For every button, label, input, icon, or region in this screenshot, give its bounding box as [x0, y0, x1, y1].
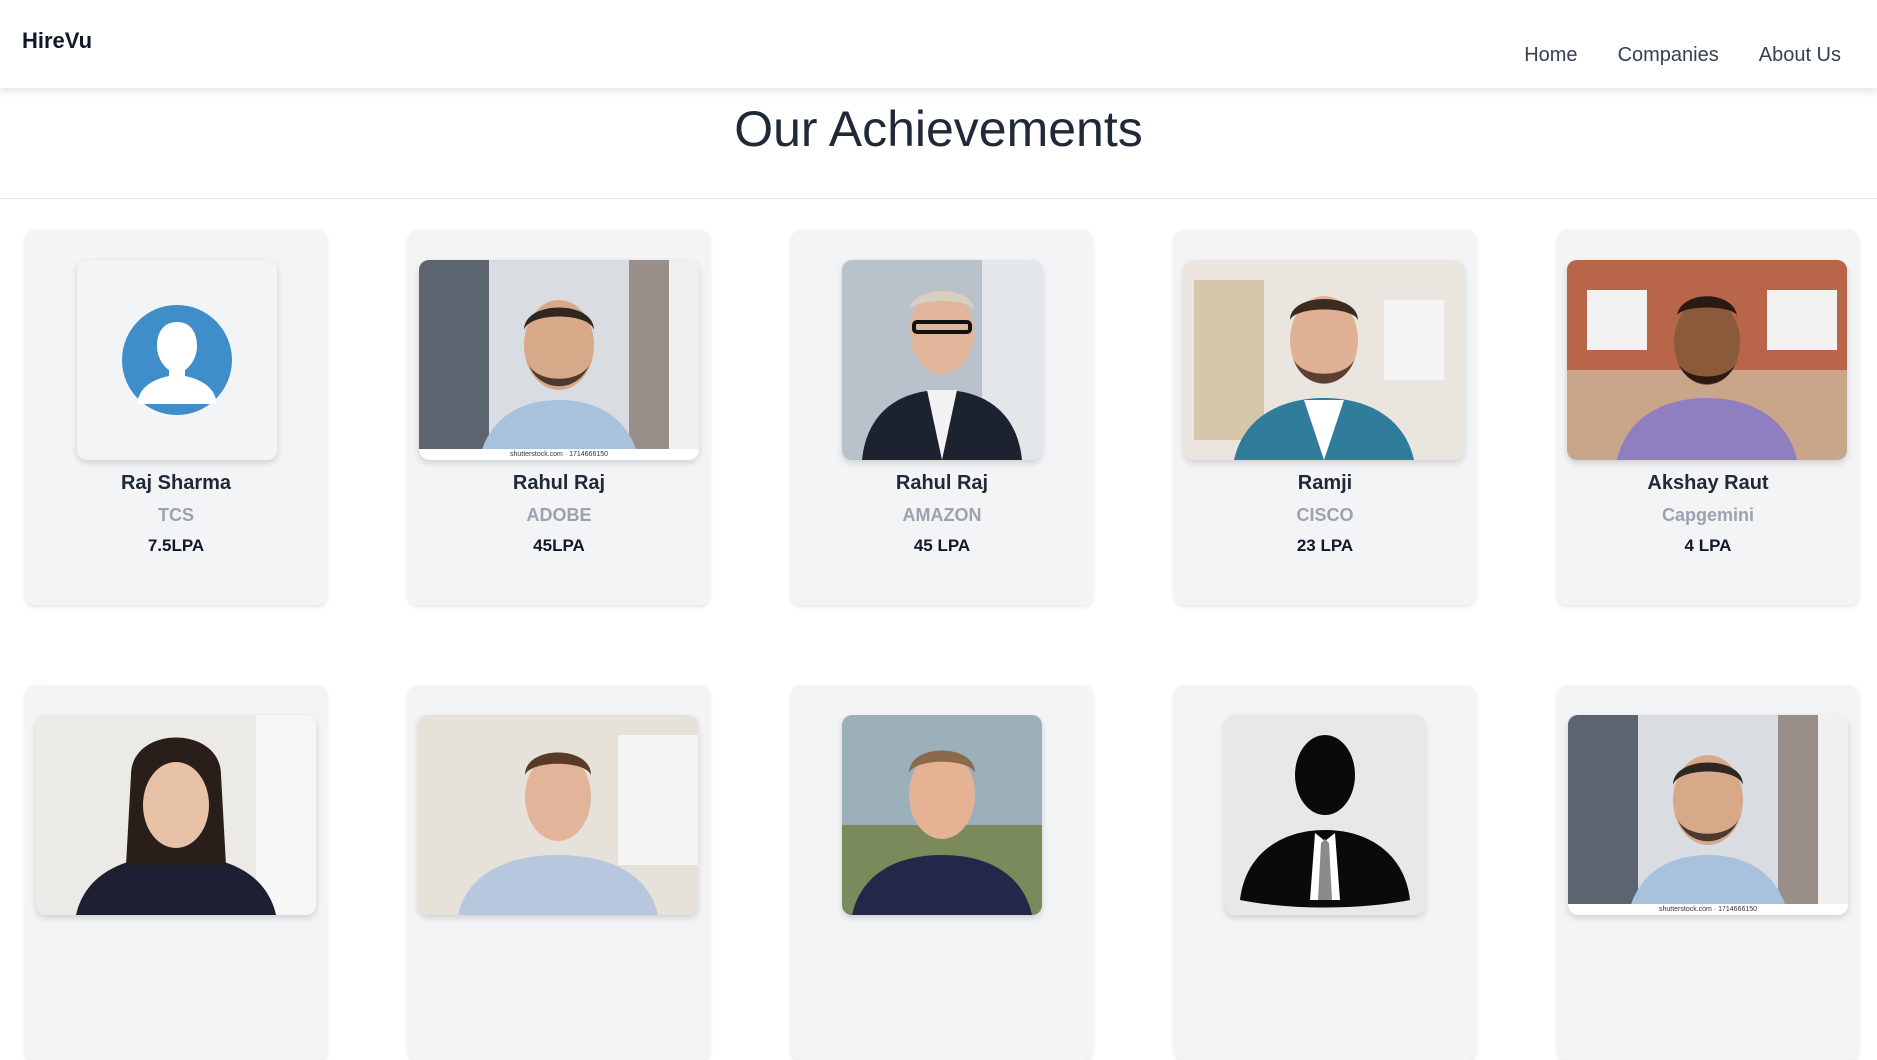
navbar: HireVu Home Companies About Us: [0, 0, 1877, 88]
nav-about-link[interactable]: About Us: [1759, 44, 1841, 67]
achievement-card: shutterstock.com · 1714666150 Rahul Raj …: [408, 230, 710, 605]
man-glasses-photo: shutterstock.com · 1714666150: [419, 260, 699, 460]
man-sweater-photo: [842, 715, 1042, 915]
photo-watermark: shutterstock.com · 1714666150: [1568, 904, 1848, 915]
man-purple-shirt-photo: [1567, 260, 1847, 460]
candidate-company: CISCO: [1296, 505, 1354, 525]
achievement-card: Raj Sharma TCS 7.5LPA: [25, 230, 327, 605]
achievement-card: [408, 685, 710, 1060]
nav-links: Home Companies About Us: [1524, 44, 1841, 67]
candidate-package: 45LPA: [533, 536, 585, 555]
candidate-name: Rahul Raj: [512, 472, 606, 494]
page-title: Our Achievements: [734, 101, 1143, 157]
section-divider: [0, 198, 1877, 199]
candidate-company: Capgemini: [1661, 505, 1754, 525]
man-light-shirt-photo: [418, 715, 698, 915]
candidate-package: 4 LPA: [1684, 536, 1732, 555]
brand-logo[interactable]: HireVu: [22, 28, 92, 54]
achievement-card: [25, 685, 327, 1060]
candidate-name: Akshay Raut: [1647, 472, 1769, 494]
man-glasses-photo: shutterstock.com · 1714666150: [1568, 715, 1848, 915]
nav-companies-link[interactable]: Companies: [1618, 44, 1719, 67]
candidate-name: Ramji: [1297, 472, 1353, 494]
woman-smiling-photo: [36, 715, 316, 915]
candidate-company: TCS: [158, 505, 194, 525]
silhouette-suit-icon: [1225, 715, 1425, 915]
man-suit-photo: [842, 260, 1042, 460]
achievement-card: [791, 685, 1093, 1060]
candidate-company: AMAZON: [902, 505, 982, 525]
achievement-card: Rahul Raj AMAZON 45 LPA: [791, 230, 1093, 605]
photo-watermark: shutterstock.com · 1714666150: [419, 449, 699, 460]
candidate-package: 45 LPA: [913, 536, 971, 555]
default-avatar-icon: [77, 260, 277, 460]
man-teal-shirt-photo: [1184, 260, 1464, 460]
candidate-name: Rahul Raj: [895, 472, 989, 494]
achievement-card: Ramji CISCO 23 LPA: [1174, 230, 1476, 605]
candidate-name: Raj Sharma: [120, 472, 232, 494]
achievement-card: Akshay Raut Capgemini 4 LPA: [1557, 230, 1859, 605]
candidate-package: 7.5LPA: [147, 536, 205, 555]
achievement-card: shutterstock.com · 1714666150: [1557, 685, 1859, 1060]
nav-home-link[interactable]: Home: [1524, 44, 1577, 67]
candidate-package: 23 LPA: [1296, 536, 1354, 555]
candidate-company: ADOBE: [526, 505, 592, 525]
achievement-card: [1174, 685, 1476, 1060]
